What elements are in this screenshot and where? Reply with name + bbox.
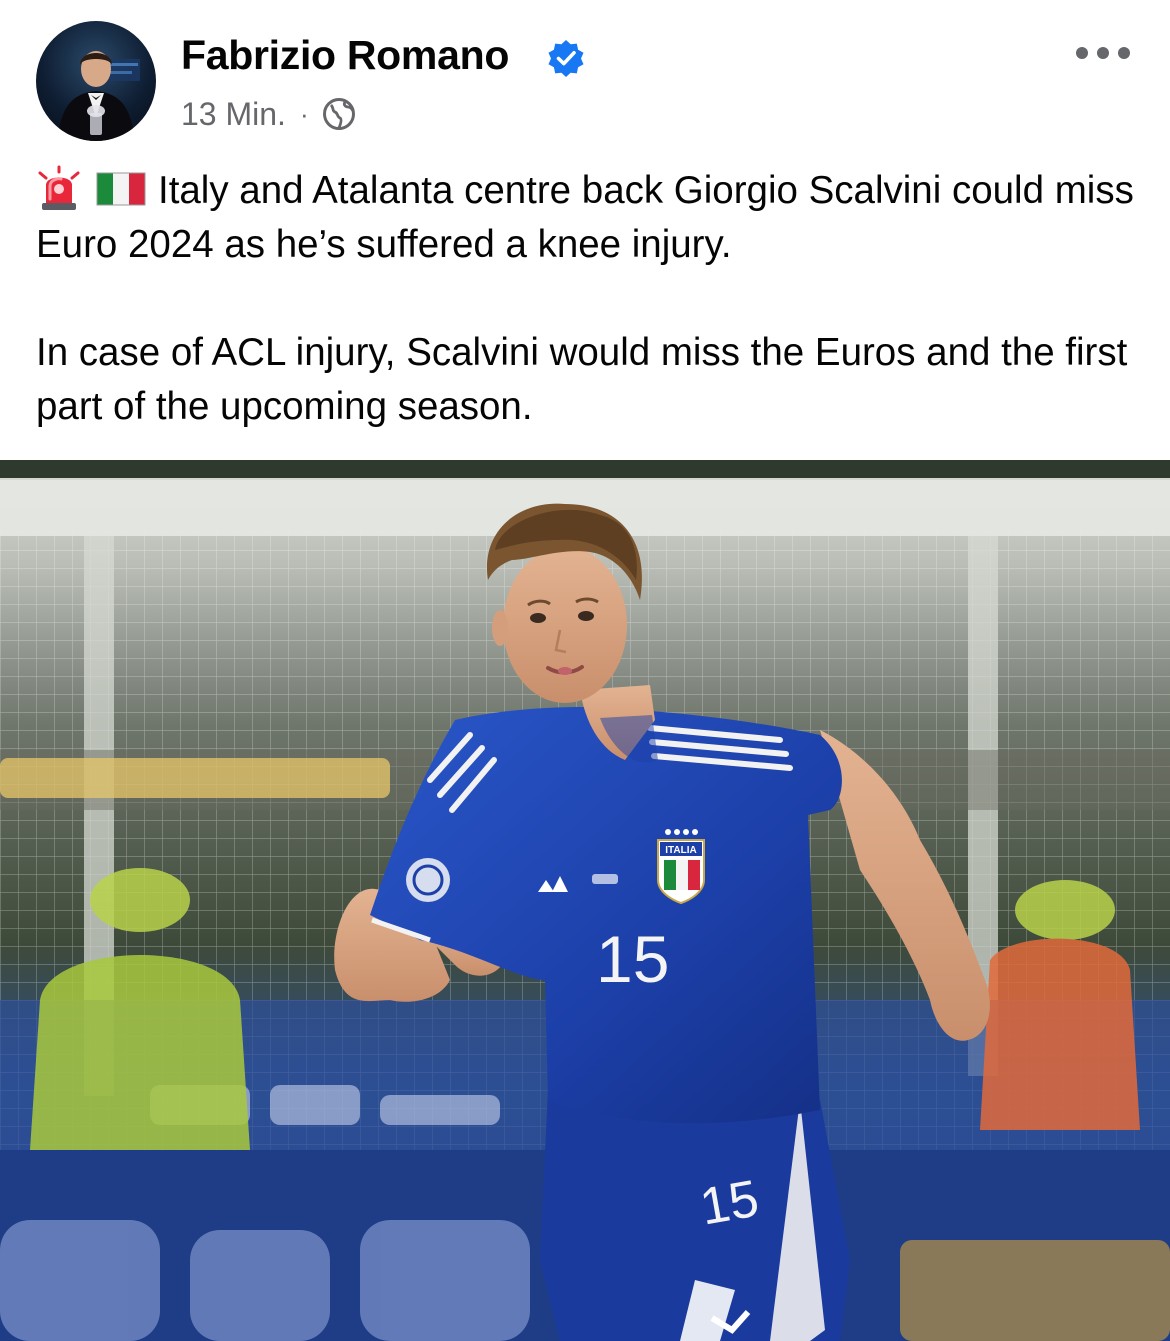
- profile-avatar[interactable]: [36, 21, 156, 141]
- verified-badge-icon: [546, 38, 586, 78]
- italy-flag-emoji: [96, 167, 146, 206]
- post-paragraph-1-text: Italy and Atalanta centre back Giorgio S…: [36, 169, 1134, 266]
- meta-separator: ·: [299, 98, 309, 129]
- jersey-number: 15: [596, 922, 669, 996]
- more-options-icon[interactable]: [1074, 38, 1132, 68]
- crest-text: ITALIA: [665, 845, 696, 856]
- post-paragraph-2: In case of ACL injury, Scalvini would mi…: [36, 331, 1128, 428]
- post-timestamp[interactable]: 13 Min.: [181, 96, 286, 133]
- post-header: Fabrizio Romano 13 Min. ·: [0, 0, 1170, 150]
- post-body: Italy and Atalanta centre back Giorgio S…: [36, 164, 1146, 434]
- post-photo[interactable]: 15 ITALIA 15: [0, 460, 1170, 1341]
- globe-icon[interactable]: [321, 96, 357, 132]
- facebook-post: Fabrizio Romano 13 Min. · Italy and Atal…: [0, 0, 1170, 1341]
- author-name[interactable]: Fabrizio Romano: [181, 32, 509, 79]
- italia-crest: ITALIA: [657, 829, 705, 905]
- rotating-light-emoji: [36, 165, 82, 211]
- post-paragraph-1: Italy and Atalanta centre back Giorgio S…: [36, 164, 1146, 272]
- shorts-number: 15: [696, 1170, 763, 1237]
- post-meta: 13 Min. ·: [181, 94, 357, 134]
